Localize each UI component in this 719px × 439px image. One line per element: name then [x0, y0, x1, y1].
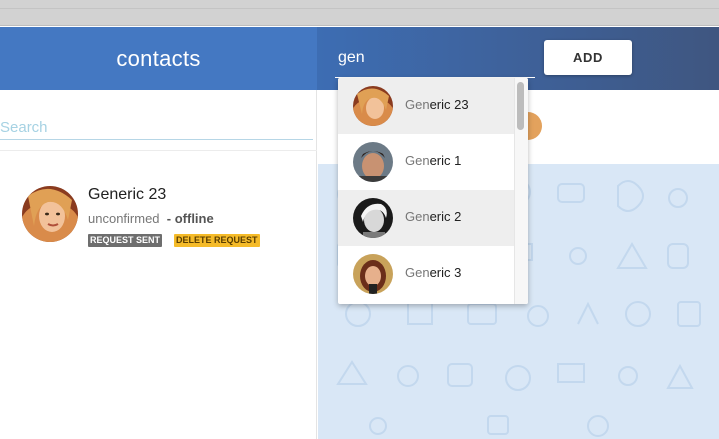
suggestion-item[interactable]: Generic 3	[338, 246, 514, 302]
avatar-blonde-woman-icon	[22, 186, 78, 242]
suggestion-label: Generic 1	[405, 153, 462, 168]
contact-status: unconfirmed - offline	[88, 211, 214, 226]
user-search-input[interactable]	[335, 41, 535, 75]
avatar-woman-brown-hair-icon	[353, 254, 393, 294]
contact-list-item[interactable]: Generic 23 unconfirmed - offline REQUEST…	[22, 186, 312, 247]
browser-top-divider	[0, 8, 719, 9]
dropdown-scrollbar-thumb[interactable]	[517, 82, 524, 130]
avatar-blonde-woman-icon	[353, 86, 393, 126]
suggestion-label: Generic 3	[405, 265, 462, 280]
contacts-search-input[interactable]	[0, 116, 313, 140]
contact-presence: - offline	[166, 211, 214, 226]
user-search-field	[335, 41, 535, 78]
request-sent-badge: REQUEST SENT	[88, 234, 163, 247]
suggestion-item[interactable]: Generic 23	[338, 78, 514, 134]
suggestion-item[interactable]: Generic 1	[338, 134, 514, 190]
contacts-divider	[0, 150, 317, 151]
add-button[interactable]: ADD	[544, 40, 632, 75]
avatar-man-dark-hair-icon	[353, 142, 393, 182]
partial-avatar-icon	[528, 112, 542, 140]
contacts-panel: Generic 23 unconfirmed - offline REQUEST…	[0, 90, 317, 439]
contacts-header: contacts	[0, 27, 317, 90]
contact-name: Generic 23	[88, 186, 167, 203]
contacts-title: contacts	[116, 45, 201, 71]
suggestion-label: Generic 23	[405, 97, 469, 112]
avatar-woman-bw-icon	[353, 198, 393, 238]
suggestion-item[interactable]: Generic 2	[338, 190, 514, 246]
contact-confirmation-status: unconfirmed	[88, 211, 160, 226]
suggestion-label: Generic 2	[405, 209, 462, 224]
search-suggestions-dropdown: Generic 23 Generic 1 Generic 2 Generic 3	[338, 78, 528, 304]
delete-request-button[interactable]: DELETE REQUEST	[174, 234, 260, 247]
browser-top-bar	[0, 0, 719, 26]
